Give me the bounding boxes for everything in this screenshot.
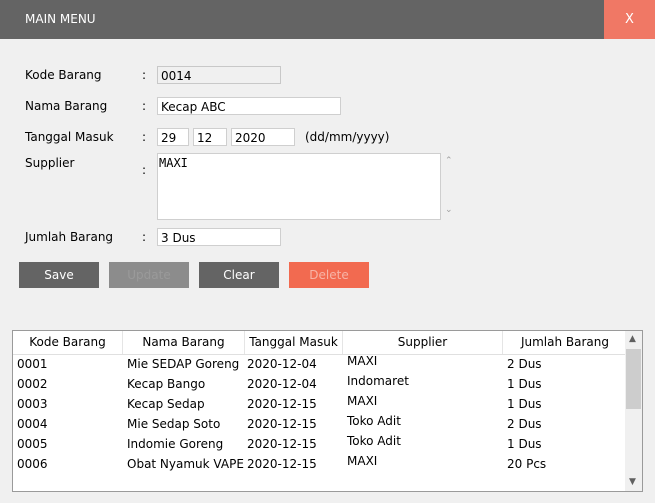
- colon: :: [142, 230, 147, 244]
- table-cell: 1 Dus: [507, 437, 542, 451]
- table-cell: 1 Dus: [507, 397, 542, 411]
- day-field[interactable]: 29: [157, 128, 189, 146]
- table-cell: 2020-12-15: [247, 457, 317, 471]
- table-cell: Indomaret: [347, 374, 409, 388]
- date-format-hint: (dd/mm/yyyy): [305, 130, 390, 144]
- scroll-up-icon[interactable]: ▲: [629, 334, 636, 344]
- column-header[interactable]: Jumlah Barang: [503, 331, 627, 354]
- month-field[interactable]: 12: [193, 128, 227, 146]
- kode-barang-label: Kode Barang: [25, 68, 102, 82]
- window-title: MAIN MENU: [25, 12, 96, 26]
- update-button[interactable]: Update: [109, 262, 189, 288]
- supplier-scrollbar[interactable]: ⌃ ⌄: [442, 153, 458, 220]
- colon: :: [142, 130, 147, 144]
- title-bar[interactable]: MAIN MENU X: [0, 0, 655, 39]
- nama-barang-field[interactable]: Kecap ABC: [157, 97, 341, 115]
- jumlah-barang-field[interactable]: 3 Dus: [157, 228, 281, 246]
- colon: :: [142, 68, 147, 82]
- table-cell: 0005: [17, 437, 48, 451]
- table-cell: 2 Dus: [507, 357, 542, 371]
- column-header[interactable]: Tanggal Masuk: [245, 331, 343, 354]
- table-cell: Mie SEDAP Goreng: [127, 357, 240, 371]
- table-scrollbar[interactable]: ▲ ▼: [625, 331, 642, 491]
- table-cell: 2020-12-15: [247, 417, 317, 431]
- table-cell: 1 Dus: [507, 377, 542, 391]
- table-cell: Mie Sedap Soto: [127, 417, 221, 431]
- table-cell: Kecap Sedap: [127, 397, 205, 411]
- barang-table[interactable]: Kode Barang Nama Barang Tanggal Masuk Su…: [12, 330, 643, 492]
- table-cell: Indomie Goreng: [127, 437, 224, 451]
- table-row[interactable]: 0003 Kecap Sedap 2020-12-15 MAXI 1 Dus: [13, 394, 627, 414]
- jumlah-barang-label: Jumlah Barang: [25, 230, 114, 244]
- table-cell: MAXI: [347, 354, 378, 368]
- table-row[interactable]: 0001 Mie SEDAP Goreng 2020-12-04 MAXI 2 …: [13, 354, 627, 374]
- table-cell: 20 Pcs: [507, 457, 547, 471]
- table-cell: 0004: [17, 417, 48, 431]
- table-cell: Toko Adit: [347, 434, 401, 448]
- table-cell: 2020-12-04: [247, 377, 317, 391]
- table-row[interactable]: 0006 Obat Nyamuk VAPE 2020-12-15 MAXI 20…: [13, 454, 627, 474]
- supplier-textarea[interactable]: MAXI: [157, 153, 441, 220]
- table-row[interactable]: 0004 Mie Sedap Soto 2020-12-15 Toko Adit…: [13, 414, 627, 434]
- table-cell: Kecap Bango: [127, 377, 206, 391]
- table-cell: 0003: [17, 397, 48, 411]
- table-cell: Obat Nyamuk VAPE: [127, 457, 244, 471]
- scroll-down-icon[interactable]: ⌄: [445, 205, 453, 215]
- column-header[interactable]: Nama Barang: [123, 331, 245, 354]
- colon: :: [142, 163, 147, 177]
- nama-barang-label: Nama Barang: [25, 99, 108, 113]
- table-cell: 2020-12-04: [247, 357, 317, 371]
- table-row[interactable]: 0005 Indomie Goreng 2020-12-15 Toko Adit…: [13, 434, 627, 454]
- kode-barang-field[interactable]: 0014: [157, 66, 281, 84]
- close-button[interactable]: X: [604, 0, 655, 39]
- table-cell: 0002: [17, 377, 48, 391]
- tanggal-masuk-label: Tanggal Masuk: [25, 130, 114, 144]
- main-menu-window: MAIN MENU X Kode Barang : 0014 Nama Bara…: [0, 0, 655, 503]
- supplier-label: Supplier: [25, 156, 75, 170]
- table-cell: 2020-12-15: [247, 397, 317, 411]
- scroll-thumb[interactable]: [626, 349, 641, 409]
- clear-button[interactable]: Clear: [199, 262, 279, 288]
- table-cell: MAXI: [347, 394, 378, 408]
- year-field[interactable]: 2020: [231, 128, 295, 146]
- table-cell: 2020-12-15: [247, 437, 317, 451]
- table-row[interactable]: 0002 Kecap Bango 2020-12-04 Indomaret 1 …: [13, 374, 627, 394]
- delete-button[interactable]: Delete: [289, 262, 369, 288]
- save-button[interactable]: Save: [19, 262, 99, 288]
- table-cell: 0001: [17, 357, 48, 371]
- table-cell: MAXI: [347, 454, 378, 468]
- column-header[interactable]: Kode Barang: [13, 331, 123, 354]
- table-cell: Toko Adit: [347, 414, 401, 428]
- table-cell: 0006: [17, 457, 48, 471]
- scroll-down-icon[interactable]: ▼: [629, 477, 636, 487]
- table-header: Kode Barang Nama Barang Tanggal Masuk Su…: [13, 331, 627, 355]
- table-cell: 2 Dus: [507, 417, 542, 431]
- scroll-up-icon[interactable]: ⌃: [445, 156, 453, 166]
- colon: :: [142, 99, 147, 113]
